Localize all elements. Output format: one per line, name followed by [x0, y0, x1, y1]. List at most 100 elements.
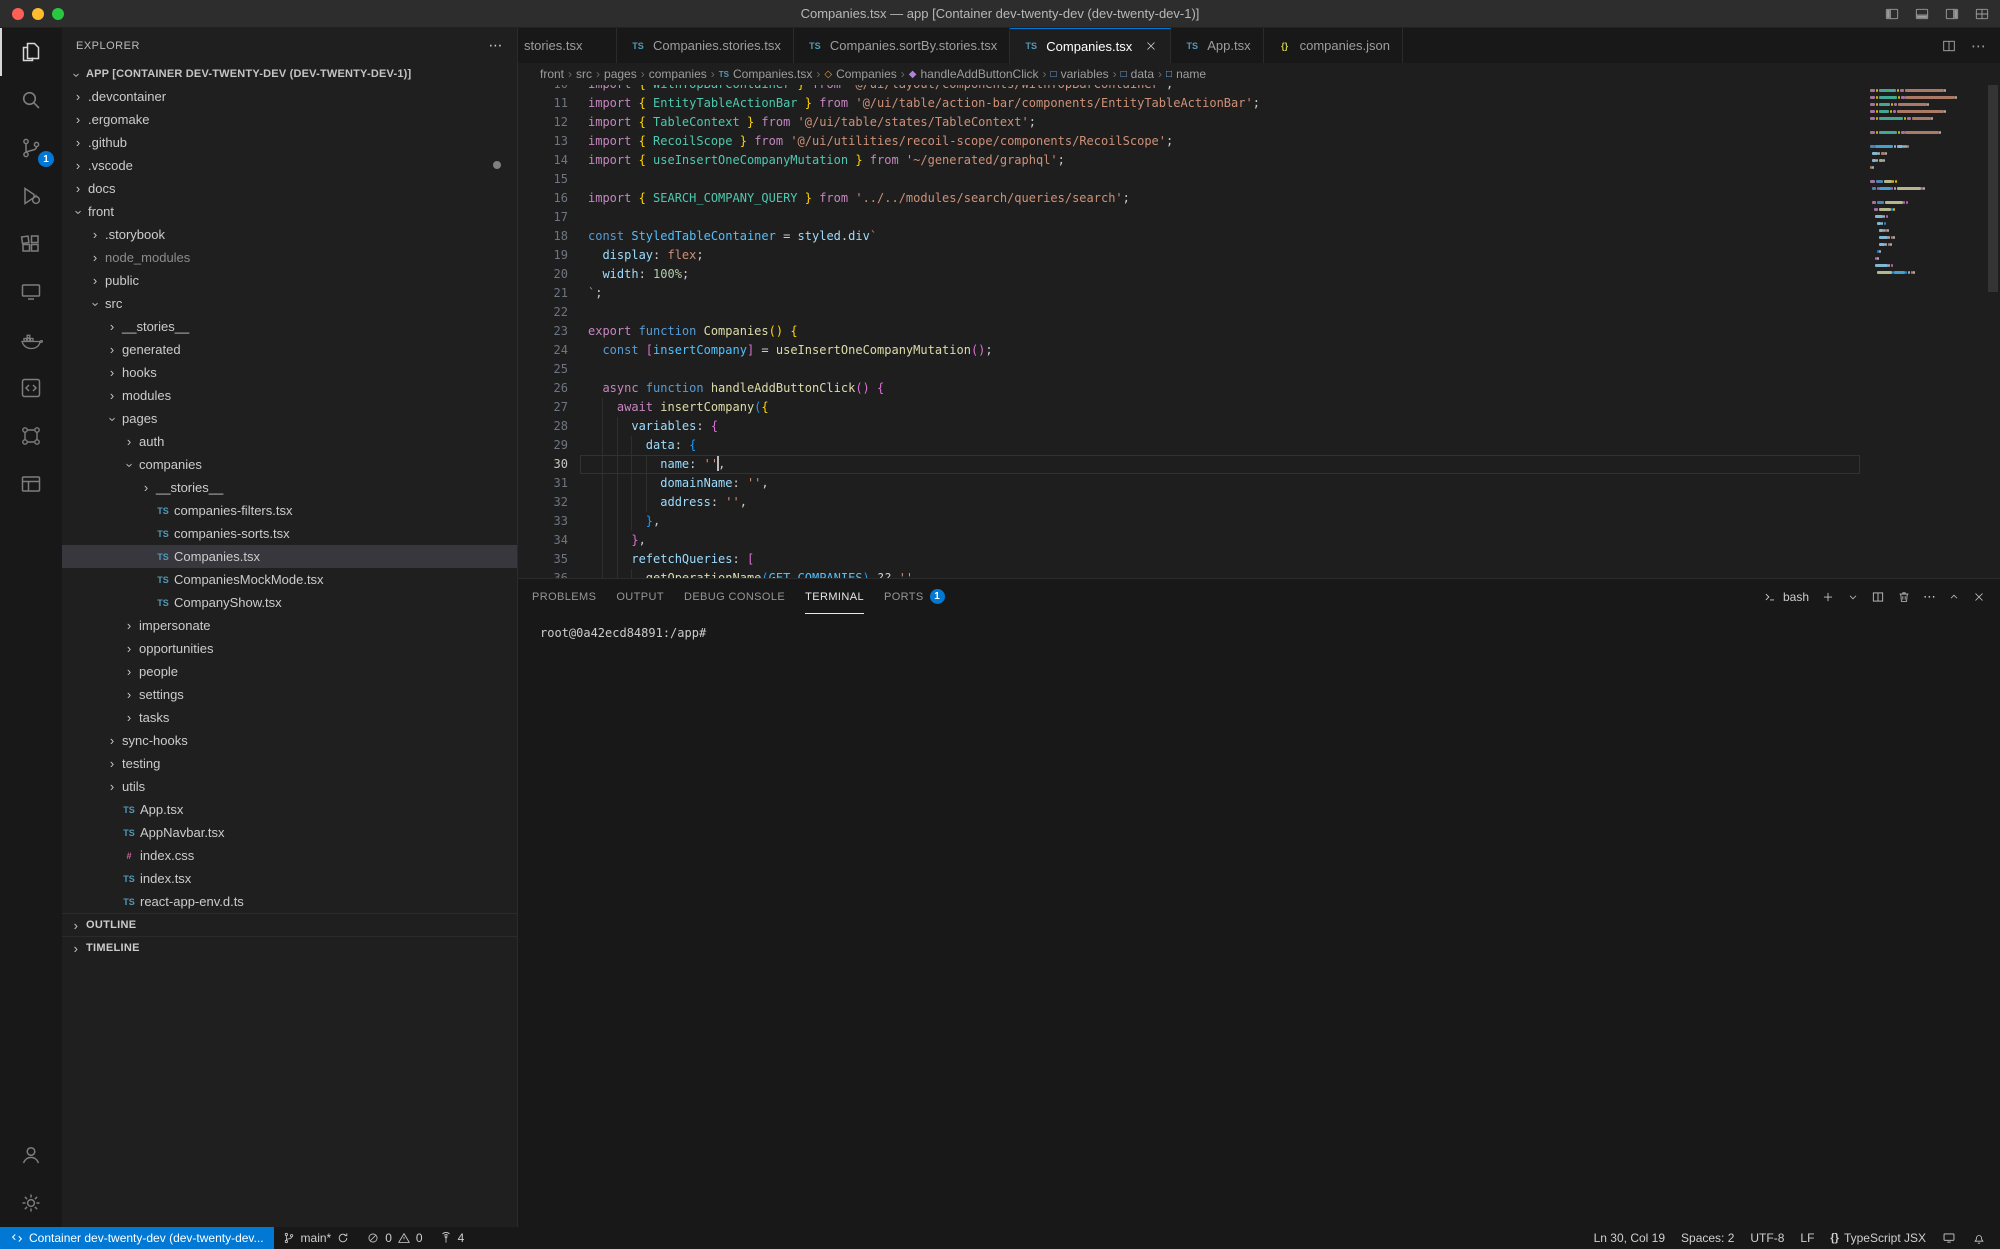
folder-front[interactable]: ›front: [62, 200, 517, 223]
breadcrumb-item-pages[interactable]: pages: [604, 67, 637, 81]
code-line-27[interactable]: 27 await insertCompany({: [518, 398, 1864, 417]
new-terminal-icon[interactable]: [1821, 590, 1835, 604]
folder-docs[interactable]: ›docs: [62, 177, 517, 200]
panel-tab-ports[interactable]: PORTS1: [884, 579, 945, 614]
language-mode[interactable]: {} TypeScript JSX: [1822, 1227, 1934, 1249]
section-timeline[interactable]: ›TIMELINE: [62, 936, 517, 959]
code-line-13[interactable]: 13import { RecoilScope } from '@/ui/util…: [518, 132, 1864, 151]
panel-tab-output[interactable]: OUTPUT: [616, 579, 664, 614]
folder-pages[interactable]: ›pages: [62, 407, 517, 430]
code-line-28[interactable]: 28 variables: {: [518, 417, 1864, 436]
code-line-34[interactable]: 34 },: [518, 531, 1864, 550]
folder-auth[interactable]: ›auth: [62, 430, 517, 453]
file-CompaniesMockMode.tsx[interactable]: TSCompaniesMockMode.tsx: [62, 568, 517, 591]
folder-modules[interactable]: ›modules: [62, 384, 517, 407]
tab-stories.tsx[interactable]: stories.tsx: [518, 28, 617, 63]
toggle-secondary-sidebar-icon[interactable]: [1944, 6, 1960, 22]
code-line-20[interactable]: 20 width: 100%;: [518, 265, 1864, 284]
file-companies-sorts.tsx[interactable]: TScompanies-sorts.tsx: [62, 522, 517, 545]
split-terminal-icon[interactable]: [1871, 590, 1885, 604]
activity-item-docker[interactable]: [0, 316, 62, 364]
folder-.vscode[interactable]: ›.vscode: [62, 154, 517, 177]
file-react-app-env.d.ts[interactable]: TSreact-app-env.d.ts: [62, 890, 517, 913]
folder-people[interactable]: ›people: [62, 660, 517, 683]
indentation-indicator[interactable]: Spaces: 2: [1673, 1227, 1742, 1249]
code-line-10[interactable]: 10import { WithTopBarContainer } from '@…: [518, 85, 1864, 94]
code-line-15[interactable]: 15: [518, 170, 1864, 189]
activity-item-explorer[interactable]: [0, 28, 62, 76]
minimap[interactable]: [1864, 85, 1986, 578]
breadcrumb-item-name[interactable]: □name: [1166, 67, 1206, 81]
screencast-indicator[interactable]: [1934, 1227, 1964, 1249]
breadcrumb-item-companies[interactable]: companies: [649, 67, 707, 81]
code-line-25[interactable]: 25: [518, 360, 1864, 379]
folder-hooks[interactable]: ›hooks: [62, 361, 517, 384]
code-line-14[interactable]: 14import { useInsertOneCompanyMutation }…: [518, 151, 1864, 170]
file-Companies.tsx[interactable]: TSCompanies.tsx: [62, 545, 517, 568]
file-App.tsx[interactable]: TSApp.tsx: [62, 798, 517, 821]
code-line-30[interactable]: 30 name: '',: [518, 455, 1864, 474]
folder-impersonate[interactable]: ›impersonate: [62, 614, 517, 637]
eol-indicator[interactable]: LF: [1792, 1227, 1822, 1249]
close-panel-icon[interactable]: [1972, 590, 1986, 604]
zoom-window-button[interactable]: [52, 8, 64, 20]
code-line-31[interactable]: 31 domainName: '',: [518, 474, 1864, 493]
panel-tab-terminal[interactable]: TERMINAL: [805, 579, 864, 614]
code-line-17[interactable]: 17: [518, 208, 1864, 227]
folder-utils[interactable]: ›utils: [62, 775, 517, 798]
activity-item-network-extension[interactable]: [0, 412, 62, 460]
folder-companies[interactable]: ›companies: [62, 453, 517, 476]
code-line-19[interactable]: 19 display: flex;: [518, 246, 1864, 265]
folder-public[interactable]: ›public: [62, 269, 517, 292]
file-index.css[interactable]: #index.css: [62, 844, 517, 867]
activity-item-accounts[interactable]: [0, 1131, 62, 1179]
folder-.github[interactable]: ›.github: [62, 131, 517, 154]
folder-node_modules[interactable]: ›node_modules: [62, 246, 517, 269]
activity-item-extensions[interactable]: [0, 220, 62, 268]
file-AppNavbar.tsx[interactable]: TSAppNavbar.tsx: [62, 821, 517, 844]
file-companies-filters.tsx[interactable]: TScompanies-filters.tsx: [62, 499, 517, 522]
panel-tab-debug-console[interactable]: DEBUG CONSOLE: [684, 579, 785, 614]
split-editor-icon[interactable]: [1941, 38, 1957, 54]
maximize-panel-icon[interactable]: [1948, 591, 1960, 603]
code-line-32[interactable]: 32 address: '',: [518, 493, 1864, 512]
file-CompanyShow.tsx[interactable]: TSCompanyShow.tsx: [62, 591, 517, 614]
code-line-26[interactable]: 26 async function handleAddButtonClick()…: [518, 379, 1864, 398]
tab-Companies.stories.tsx[interactable]: TSCompanies.stories.tsx: [617, 28, 794, 63]
folder-sync-hooks[interactable]: ›sync-hooks: [62, 729, 517, 752]
editor-more-actions-icon[interactable]: ⋯: [1971, 37, 1986, 55]
code-line-36[interactable]: 36 getOperationName(GET_COMPANIES) ?? ''…: [518, 569, 1864, 578]
activity-item-source-control[interactable]: 1: [0, 124, 62, 172]
code-line-16[interactable]: 16import { SEARCH_COMPANY_QUERY } from '…: [518, 189, 1864, 208]
shell-selector[interactable]: bash: [1763, 590, 1809, 604]
close-tab-icon[interactable]: [1144, 39, 1158, 53]
views-more-actions-icon[interactable]: ⋯: [489, 37, 504, 54]
tab-companies.json[interactable]: {}companies.json: [1264, 28, 1403, 63]
folder-generated[interactable]: ›generated: [62, 338, 517, 361]
code-line-12[interactable]: 12import { TableContext } from '@/ui/tab…: [518, 113, 1864, 132]
breadcrumb-item-data[interactable]: □data: [1121, 67, 1154, 81]
file-index.tsx[interactable]: TSindex.tsx: [62, 867, 517, 890]
branch-indicator[interactable]: main*: [274, 1227, 359, 1249]
encoding-indicator[interactable]: UTF-8: [1742, 1227, 1792, 1249]
panel-more-actions-icon[interactable]: ⋯: [1923, 589, 1936, 605]
code-line-21[interactable]: 21`;: [518, 284, 1864, 303]
code-line-22[interactable]: 22: [518, 303, 1864, 322]
code-line-18[interactable]: 18const StyledTableContainer = styled.di…: [518, 227, 1864, 246]
editor-scrollbar[interactable]: [1986, 85, 2000, 578]
notifications[interactable]: [1964, 1227, 1994, 1249]
section-outline[interactable]: ›OUTLINE: [62, 913, 517, 936]
breadcrumb-item-src[interactable]: src: [576, 67, 592, 81]
folder-opportunities[interactable]: ›opportunities: [62, 637, 517, 660]
activity-item-settings[interactable]: [0, 1179, 62, 1227]
folder-testing[interactable]: ›testing: [62, 752, 517, 775]
problems-indicator[interactable]: 0 0: [358, 1227, 430, 1249]
customize-layout-icon[interactable]: [1974, 6, 1990, 22]
folder-tasks[interactable]: ›tasks: [62, 706, 517, 729]
terminal-view[interactable]: root@0a42ecd84891:/app#: [518, 614, 2000, 1227]
panel-tab-problems[interactable]: PROBLEMS: [532, 579, 596, 614]
activity-item-search[interactable]: [0, 76, 62, 124]
minimize-window-button[interactable]: [32, 8, 44, 20]
folder-__stories__[interactable]: ›__stories__: [62, 315, 517, 338]
toggle-panel-icon[interactable]: [1914, 6, 1930, 22]
